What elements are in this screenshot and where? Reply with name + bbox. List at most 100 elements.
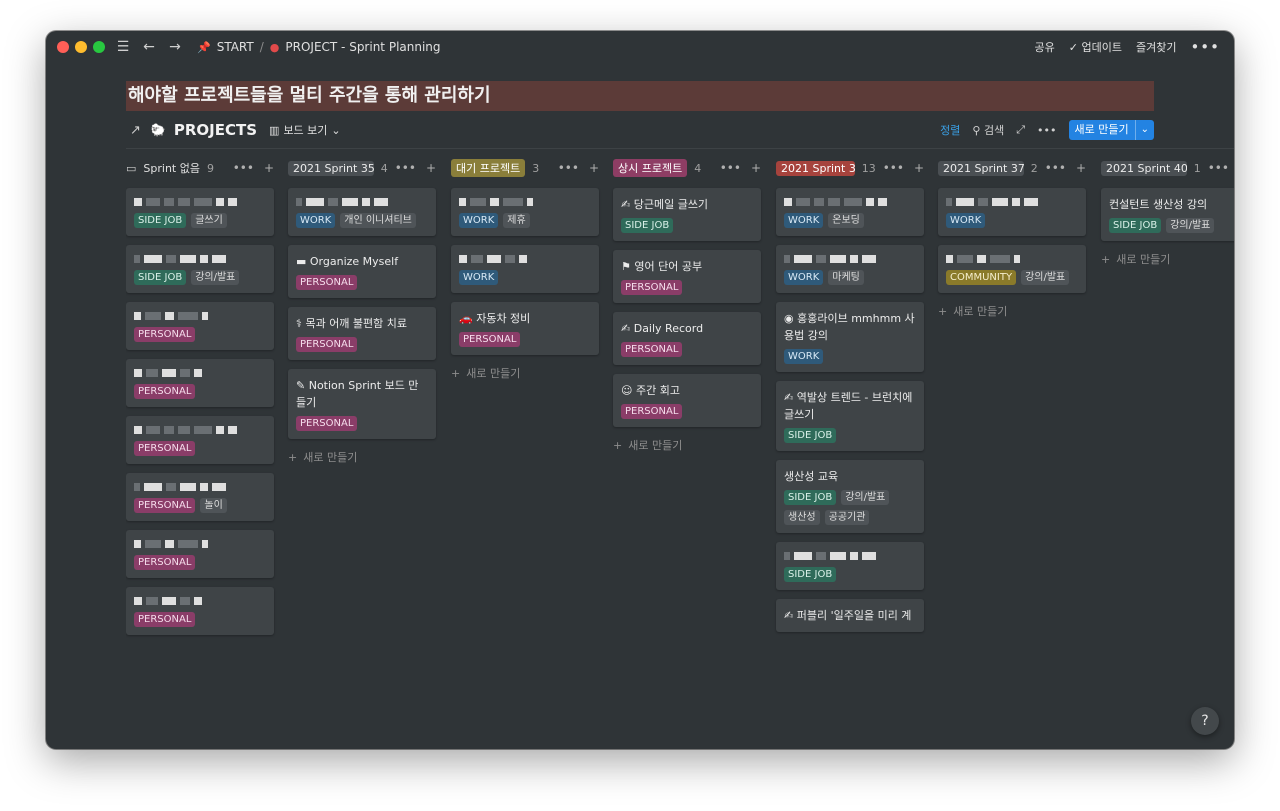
- add-card-label: 새로 만들기: [466, 367, 521, 380]
- new-button[interactable]: 새로 만들기 ⌄: [1068, 120, 1154, 140]
- redacted-title: [134, 196, 266, 208]
- column-add-icon[interactable]: +: [589, 161, 599, 175]
- column-more-icon[interactable]: •••: [883, 161, 904, 175]
- help-button[interactable]: ?: [1191, 707, 1219, 735]
- sort-button[interactable]: 정렬: [940, 122, 960, 138]
- board-column: 상시 프로젝트 4 ••• + ✍ 당근메일 글쓰기 SIDE JOB ⚑ 영어 단어 공부…: [613, 156, 761, 453]
- board-card[interactable]: 컨설턴트 생산성 강의 SIDE JOB 강의/발표: [1101, 188, 1234, 241]
- board-card[interactable]: SIDE JOB 글쓰기: [126, 188, 274, 236]
- view-switcher[interactable]: ▥ 보드 보기 ⌄: [269, 122, 341, 138]
- column-actions: •••+: [1208, 161, 1234, 175]
- tag-badge: WORK: [459, 213, 499, 228]
- more-options-icon[interactable]: •••: [1190, 38, 1220, 56]
- column-header[interactable]: 2021 Sprint 36 13 ••• +: [776, 156, 924, 180]
- board-card[interactable]: ✍ 당근메일 글쓰기 SIDE JOB: [613, 188, 761, 241]
- tag-badge: PERSONAL: [296, 416, 358, 431]
- board-card[interactable]: ⚑ 영어 단어 공부 PERSONAL: [613, 250, 761, 303]
- board-card[interactable]: PERSONAL: [126, 587, 274, 635]
- tag-badge: WORK: [784, 349, 824, 364]
- close-window-button[interactable]: [57, 41, 69, 53]
- card-emoji-icon: ☺: [621, 384, 636, 397]
- column-more-icon[interactable]: •••: [1045, 161, 1066, 175]
- board-card[interactable]: PERSONAL: [126, 416, 274, 464]
- breadcrumb-start[interactable]: START: [217, 40, 254, 54]
- add-card-label: 새로 만들기: [1116, 253, 1171, 266]
- database-icon: 🐑: [150, 123, 166, 137]
- column-header[interactable]: 상시 프로젝트 4 ••• +: [613, 156, 761, 180]
- tag-badge: 놀이: [200, 498, 227, 513]
- column-header[interactable]: 2021 Sprint 35 4 ••• +: [288, 156, 436, 180]
- board-card[interactable]: WORK 온보딩: [776, 188, 924, 236]
- column-more-icon[interactable]: •••: [1208, 161, 1229, 175]
- board-card[interactable]: PERSONAL: [126, 302, 274, 350]
- board-card[interactable]: PERSONAL: [126, 359, 274, 407]
- add-card-button[interactable]: + 새로 만들기: [938, 303, 1086, 319]
- board-card[interactable]: PERSONAL 놀이: [126, 473, 274, 521]
- column-header[interactable]: ▭ Sprint 없음 9 ••• +: [126, 156, 274, 180]
- column-more-icon[interactable]: •••: [395, 161, 416, 175]
- column-add-icon[interactable]: +: [1076, 161, 1086, 175]
- breadcrumb-project[interactable]: PROJECT - Sprint Planning: [285, 40, 440, 54]
- add-card-button[interactable]: + 새로 만들기: [288, 449, 436, 465]
- card-title-text: 컨설턴트 생산성 강의: [1109, 198, 1208, 211]
- board-card[interactable]: ◉ 홍홍라이브 mmhmm 사용법 강의 WORK: [776, 302, 924, 372]
- column-header[interactable]: 2021 Sprint 37 2 ••• +: [938, 156, 1086, 180]
- board-card[interactable]: PERSONAL: [126, 530, 274, 578]
- column-add-icon[interactable]: +: [751, 161, 761, 175]
- board-card[interactable]: ✍ Daily Record PERSONAL: [613, 312, 761, 365]
- column-add-icon[interactable]: +: [426, 161, 436, 175]
- expand-icon[interactable]: ⤢: [1016, 123, 1025, 137]
- search-button[interactable]: ⚲ 검색: [972, 122, 1004, 138]
- add-card-button[interactable]: + 새로 만들기: [613, 437, 761, 453]
- redacted-title: [784, 253, 916, 265]
- forward-arrow-icon[interactable]: →: [167, 39, 183, 55]
- open-database-arrow-icon[interactable]: ↗: [130, 123, 141, 138]
- add-card-button[interactable]: + 새로 만들기: [451, 365, 599, 381]
- favorite-button[interactable]: 즐겨찾기: [1136, 39, 1176, 55]
- add-card-button[interactable]: + 새로 만들기: [1101, 251, 1234, 267]
- card-tags: SIDE JOB: [784, 428, 916, 443]
- card-title-text: 생산성 교육: [784, 470, 839, 483]
- sidebar-menu-icon[interactable]: ☰: [115, 39, 131, 55]
- header-divider: [126, 148, 1234, 149]
- board-card[interactable]: WORK 마케팅: [776, 245, 924, 293]
- column-header[interactable]: 2021 Sprint 40 1 •••+: [1101, 156, 1234, 180]
- new-dropdown-chevron-icon[interactable]: ⌄: [1134, 120, 1154, 140]
- board-card[interactable]: SIDE JOB: [776, 542, 924, 590]
- board-card[interactable]: WORK 제휴: [451, 188, 599, 236]
- column-more-icon[interactable]: •••: [233, 161, 254, 175]
- updates-button[interactable]: ✓ 업데이트: [1069, 39, 1122, 55]
- board-card[interactable]: WORK 개인 이니셔티브: [288, 188, 436, 236]
- card-emoji-icon: ◉: [784, 312, 798, 325]
- page-title[interactable]: 해야할 프로젝트들을 멀티 주간을 통해 관리하기: [126, 81, 1154, 111]
- board-card[interactable]: ✍ 퍼블리 '일주일을 미리 계: [776, 599, 924, 632]
- board-card[interactable]: ⚕ 목과 어깨 불편함 치료 PERSONAL: [288, 307, 436, 360]
- board-card[interactable]: WORK: [938, 188, 1086, 236]
- pin-icon: 📌: [197, 40, 211, 54]
- board-card[interactable]: 🚗 자동차 정비 PERSONAL: [451, 302, 599, 355]
- back-arrow-icon[interactable]: ←: [141, 39, 157, 55]
- board-card[interactable]: COMMUNITY 강의/발표: [938, 245, 1086, 293]
- board-card[interactable]: WORK: [451, 245, 599, 293]
- column-more-icon[interactable]: •••: [720, 161, 741, 175]
- board-card[interactable]: ▬ Organize Myself PERSONAL: [288, 245, 436, 298]
- column-add-icon[interactable]: +: [914, 161, 924, 175]
- minimize-window-button[interactable]: [75, 41, 87, 53]
- board-card[interactable]: ☺ 주간 회고 PERSONAL: [613, 374, 761, 427]
- maximize-window-button[interactable]: [93, 41, 105, 53]
- board-card[interactable]: ✍ 역발상 트렌드 - 브런치에 글쓰기 SIDE JOB: [776, 381, 924, 451]
- database-more-icon[interactable]: •••: [1037, 124, 1056, 137]
- database-title[interactable]: PROJECTS: [174, 121, 257, 139]
- card-emoji-icon: 🚗: [459, 312, 477, 325]
- tag-badge: 공공기관: [824, 510, 870, 525]
- board-card[interactable]: ✎ Notion Sprint 보드 만들기 PERSONAL: [288, 369, 436, 439]
- column-header[interactable]: 대기 프로젝트 3 ••• +: [451, 156, 599, 180]
- column-more-icon[interactable]: •••: [558, 161, 579, 175]
- tag-badge: PERSONAL: [621, 404, 683, 419]
- column-add-icon[interactable]: +: [264, 161, 274, 175]
- board-card[interactable]: 생산성 교육 SIDE JOB 강의/발표 생산성 공공기관: [776, 460, 924, 533]
- add-card-label: 새로 만들기: [953, 305, 1008, 318]
- column-actions: ••• +: [720, 161, 761, 175]
- share-button[interactable]: 공유: [1035, 39, 1055, 55]
- board-card[interactable]: SIDE JOB 강의/발표: [126, 245, 274, 293]
